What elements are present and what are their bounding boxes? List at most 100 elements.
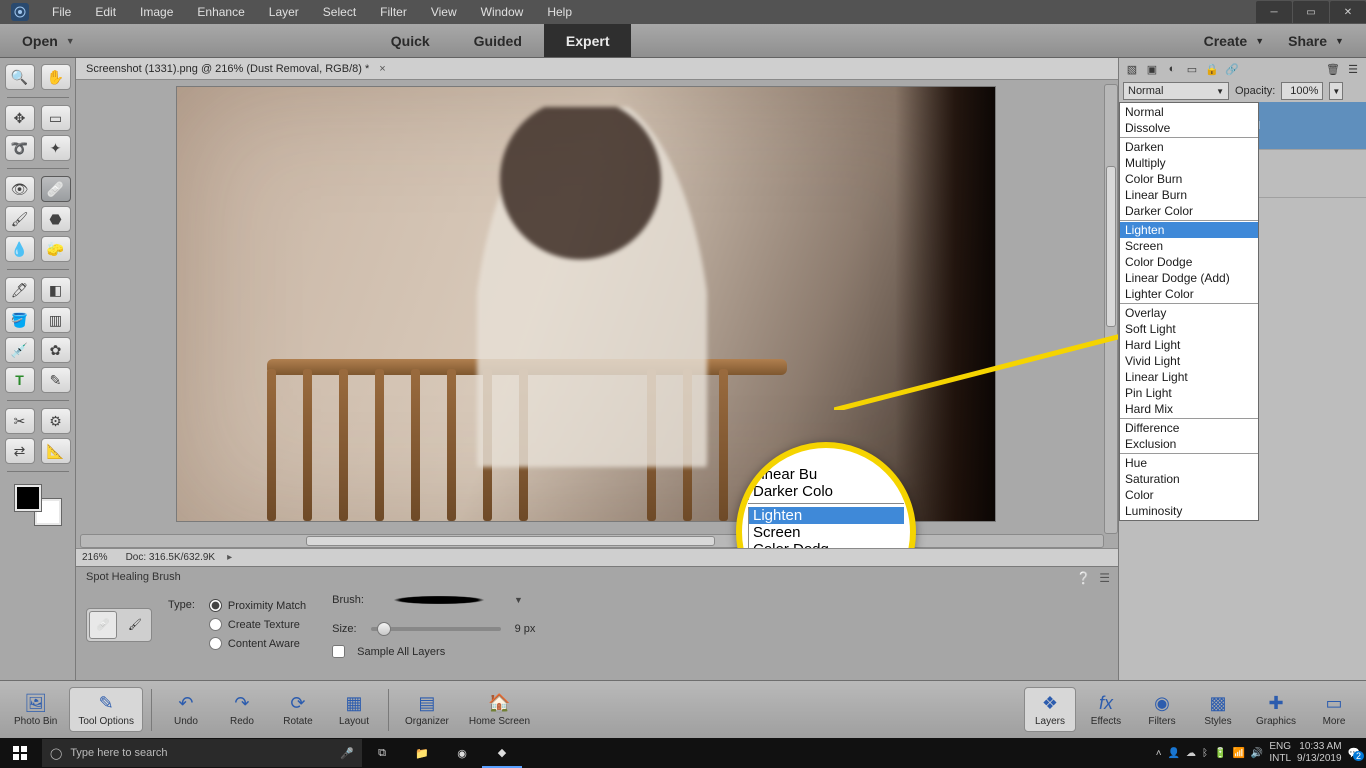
gradient-tool[interactable]: ▥	[41, 307, 71, 333]
brush-picker-caret[interactable]: ▼	[514, 595, 523, 605]
bb-layout[interactable]: ▦Layout	[328, 688, 380, 731]
shape-tool[interactable]: ✿	[41, 337, 71, 363]
bb-effects[interactable]: fxEffects	[1080, 688, 1132, 731]
blend-option[interactable]: Multiply	[1120, 155, 1258, 171]
blend-option[interactable]: Hue	[1120, 455, 1258, 471]
menu-help[interactable]: Help	[535, 0, 584, 24]
type-proximity[interactable]: Proximity Match	[209, 599, 306, 612]
lasso-tool[interactable]: ➰	[5, 135, 35, 161]
bb-more[interactable]: ▭More	[1308, 688, 1360, 731]
tray-battery-icon[interactable]: 🔋	[1214, 748, 1226, 759]
trash-icon[interactable]: 🗑	[1324, 60, 1342, 78]
blur-tool[interactable]: 💧	[5, 236, 35, 262]
new-layer-icon[interactable]: ▧	[1123, 60, 1141, 78]
task-view-icon[interactable]: ⧉	[362, 738, 402, 768]
straighten-tool[interactable]: 📐	[41, 438, 71, 464]
zoom-tool[interactable]: 🔍	[5, 64, 35, 90]
scrollbar-vertical[interactable]	[1104, 84, 1118, 534]
blend-option[interactable]: Color Dodge	[1120, 254, 1258, 270]
blend-option[interactable]: Lighten	[1120, 222, 1258, 238]
start-button[interactable]	[0, 746, 40, 760]
link-icon[interactable]: 🔗	[1223, 60, 1241, 78]
redeye-tool[interactable]: 👁	[5, 176, 35, 202]
menu-window[interactable]: Window	[469, 0, 536, 24]
taskbar-explorer[interactable]: 📁	[402, 738, 442, 768]
type-content-aware[interactable]: Content Aware	[209, 637, 306, 650]
crop-tool[interactable]: ✂	[5, 408, 35, 434]
bb-organizer[interactable]: ▤Organizer	[397, 688, 457, 731]
blend-option[interactable]: Saturation	[1120, 471, 1258, 487]
taskbar-pse[interactable]: ◆	[482, 738, 522, 768]
blend-option[interactable]: Luminosity	[1120, 503, 1258, 519]
blend-option[interactable]: Exclusion	[1120, 436, 1258, 452]
canvas-area[interactable]: Linear Bu Darker Colo Lighten Screen Col…	[76, 80, 1118, 548]
brush-tool[interactable]: 🖊	[5, 277, 35, 303]
tray-bluetooth-icon[interactable]: ᛒ	[1202, 748, 1208, 759]
healing-brush-variant[interactable]: 🖌	[121, 611, 149, 639]
menu-image[interactable]: Image	[128, 0, 185, 24]
marquee-tool[interactable]: ▭	[41, 105, 71, 131]
recompose-tool[interactable]: ⚙	[41, 408, 71, 434]
menu-filter[interactable]: Filter	[368, 0, 419, 24]
bb-redo[interactable]: ↷Redo	[216, 688, 268, 731]
mode-quick[interactable]: Quick	[369, 24, 452, 57]
bb-rotate[interactable]: ⟳Rotate	[272, 688, 324, 731]
color-swatches[interactable]	[15, 485, 61, 525]
help-icon[interactable]: ❔	[1076, 571, 1091, 585]
tray-up-icon[interactable]: ˄	[1156, 748, 1162, 759]
bb-layers[interactable]: ❖Layers	[1024, 687, 1076, 732]
blend-option[interactable]: Hard Mix	[1120, 401, 1258, 417]
create-button[interactable]: Create▼	[1204, 33, 1265, 49]
spot-heal-tool[interactable]: 🩹	[41, 176, 71, 202]
tray-people-icon[interactable]: 👤	[1168, 748, 1180, 759]
opacity-caret[interactable]: ▼	[1329, 82, 1343, 100]
bb-undo[interactable]: ↶Undo	[160, 688, 212, 731]
mask-icon[interactable]: ▭	[1183, 60, 1201, 78]
bb-tool-options[interactable]: ✎Tool Options	[69, 687, 143, 732]
blend-option[interactable]: Darken	[1120, 139, 1258, 155]
blend-option[interactable]: Overlay	[1120, 305, 1258, 321]
menu-edit[interactable]: Edit	[83, 0, 128, 24]
menu-view[interactable]: View	[419, 0, 469, 24]
blend-option[interactable]: Pin Light	[1120, 385, 1258, 401]
share-button[interactable]: Share▼	[1288, 33, 1344, 49]
pencil-tool[interactable]: ✎	[41, 367, 71, 393]
eyedropper-tool[interactable]: 💉	[5, 337, 35, 363]
menu-file[interactable]: File	[40, 0, 83, 24]
mode-guided[interactable]: Guided	[452, 24, 544, 57]
document-tab[interactable]: Screenshot (1331).png @ 216% (Dust Remov…	[76, 58, 396, 79]
notifications-icon[interactable]: 💬2	[1348, 748, 1360, 759]
eraser-tool[interactable]: ◧	[41, 277, 71, 303]
move-tool[interactable]: ✥	[5, 105, 35, 131]
hand-tool[interactable]: ✋	[41, 64, 71, 90]
window-close[interactable]: ✕	[1330, 1, 1366, 23]
blend-option[interactable]: Linear Light	[1120, 369, 1258, 385]
menu-select[interactable]: Select	[311, 0, 368, 24]
mic-icon[interactable]: 🎤	[340, 747, 354, 760]
options-menu-icon[interactable]: ☰	[1099, 571, 1110, 585]
type-create-texture[interactable]: Create Texture	[209, 618, 306, 631]
mode-expert[interactable]: Expert	[544, 24, 632, 57]
size-slider[interactable]	[371, 627, 501, 631]
window-maximize[interactable]: ▭	[1293, 1, 1329, 23]
bb-photo-bin[interactable]: 🖼Photo Bin	[6, 688, 65, 731]
window-minimize[interactable]: ─	[1256, 1, 1292, 23]
new-group-icon[interactable]: ▣	[1143, 60, 1161, 78]
blend-mode-select[interactable]: Normal ▼	[1123, 82, 1229, 100]
bb-filters[interactable]: ◉Filters	[1136, 688, 1188, 731]
blend-option[interactable]: Screen	[1120, 238, 1258, 254]
blend-option[interactable]: Lighter Color	[1120, 286, 1258, 302]
lock-icon[interactable]: 🔒	[1203, 60, 1221, 78]
menu-enhance[interactable]: Enhance	[185, 0, 256, 24]
scrollbar-horizontal[interactable]	[80, 534, 1104, 548]
paint-bucket-tool[interactable]: 🪣	[5, 307, 35, 333]
type-tool[interactable]: T	[5, 367, 35, 393]
menu-layer[interactable]: Layer	[257, 0, 311, 24]
spot-heal-variant[interactable]: 🩹	[89, 611, 117, 639]
blend-option[interactable]: Vivid Light	[1120, 353, 1258, 369]
blend-mode-dropdown[interactable]: NormalDissolveDarkenMultiplyColor BurnLi…	[1119, 102, 1259, 521]
blend-option[interactable]: Difference	[1120, 420, 1258, 436]
close-tab-icon[interactable]: ×	[379, 63, 385, 75]
smart-brush-tool[interactable]: 🖌	[5, 206, 35, 232]
bb-graphics[interactable]: ✚Graphics	[1248, 688, 1304, 731]
